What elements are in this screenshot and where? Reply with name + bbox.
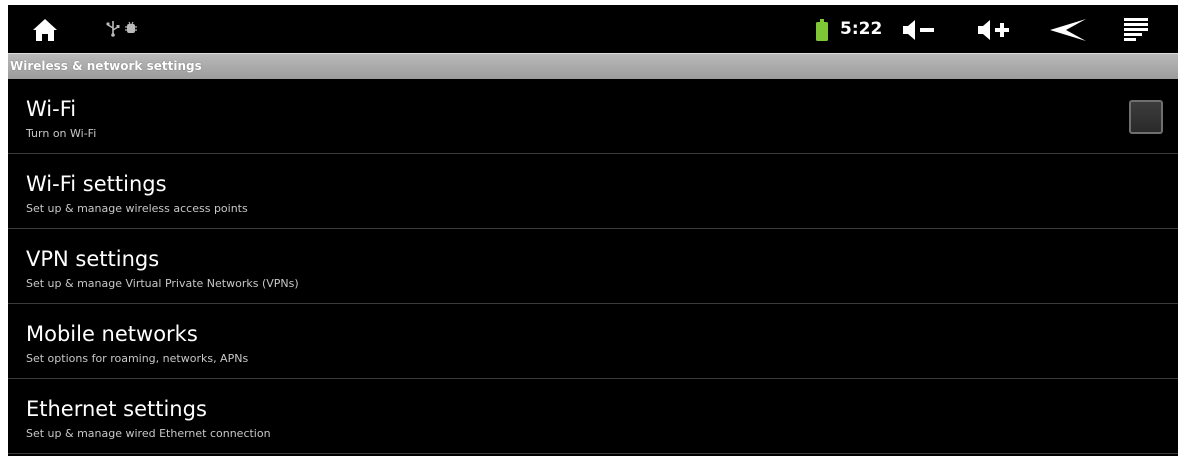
volume-up-icon[interactable] (976, 17, 1012, 43)
setting-wifi[interactable]: Wi-Fi Turn on Wi-Fi (8, 79, 1178, 154)
battery-icon (816, 19, 828, 41)
setting-wifi-settings[interactable]: Wi-Fi settings Set up & manage wireless … (8, 154, 1178, 229)
setting-summary: Set up & manage wired Ethernet connectio… (26, 427, 271, 440)
usb-icon (106, 19, 120, 37)
setting-title: VPN settings (26, 247, 160, 271)
back-icon[interactable] (1048, 17, 1088, 43)
android-screen: 5:22 Wireless & network settings Wi-Fi T… (8, 5, 1178, 456)
setting-ethernet-settings[interactable]: Ethernet settings Set up & manage wired … (8, 379, 1178, 454)
home-icon[interactable] (32, 17, 58, 43)
setting-summary: Set up & manage wireless access points (26, 202, 248, 215)
setting-title: Wi-Fi settings (26, 172, 167, 196)
setting-title: Mobile networks (26, 322, 198, 346)
setting-summary: Turn on Wi-Fi (26, 127, 97, 140)
setting-vpn-settings[interactable]: VPN settings Set up & manage Virtual Pri… (8, 229, 1178, 304)
clock-time: 5:22 (840, 19, 883, 39)
usb-debugging-icon (124, 21, 138, 35)
wifi-checkbox[interactable] (1129, 100, 1163, 134)
setting-title: Wi-Fi (26, 97, 77, 121)
menu-icon[interactable] (1123, 16, 1149, 44)
settings-list: Wi-Fi Turn on Wi-Fi Wi-Fi settings Set u… (8, 79, 1178, 454)
setting-summary: Set options for roaming, networks, APNs (26, 352, 249, 365)
settings-header: Wireless & network settings (8, 53, 1178, 79)
volume-down-icon[interactable] (901, 17, 937, 43)
system-bar: 5:22 (8, 5, 1178, 53)
setting-title: Ethernet settings (26, 397, 207, 421)
setting-mobile-networks[interactable]: Mobile networks Set options for roaming,… (8, 304, 1178, 379)
setting-summary: Set up & manage Virtual Private Networks… (26, 277, 299, 290)
page-title: Wireless & network settings (10, 59, 202, 73)
